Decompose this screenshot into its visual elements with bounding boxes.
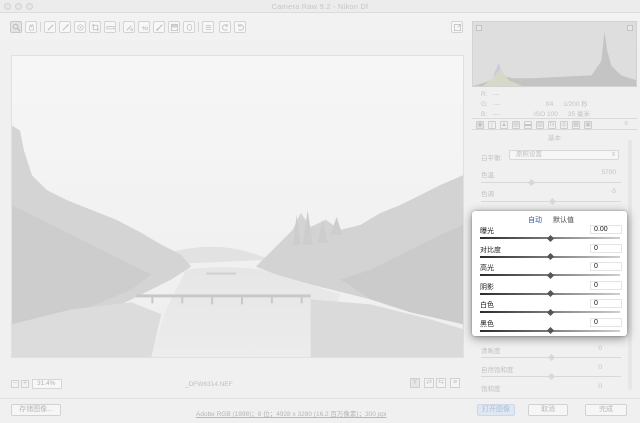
zoom-tool-icon[interactable] <box>10 21 22 33</box>
tone-slider-value[interactable]: 0 <box>590 299 622 308</box>
tone-adjustments-panel: 自动 默认值 曝光 0.00 对比度 0 高光 0 阴影 0 白色 0 黑色 0 <box>472 211 627 336</box>
landscape-photo <box>12 56 463 357</box>
vibrance-slider-thumb[interactable] <box>547 372 556 381</box>
camera-calibration-tab-icon[interactable]: ◎ <box>560 121 568 129</box>
presets-tab-icon[interactable]: ▦ <box>572 121 580 129</box>
clarity-label: 清晰度 <box>481 348 501 355</box>
histogram <box>472 21 637 87</box>
tone-slider-label: 高光 <box>480 265 494 272</box>
tone-slider-value[interactable]: 0 <box>590 243 622 253</box>
clarity-slider-thumb[interactable] <box>547 353 556 362</box>
status-bar: 存储图像... Adobe RGB (1998)；8 位；4928 x 3280… <box>0 398 640 423</box>
panel-tabs: ◉ ∫ ▲ ▤ ▬ ▥ fx ◎ ▦ ▣ ≡ <box>472 118 637 130</box>
highlight-clipping-icon[interactable] <box>627 25 633 31</box>
panel-section-title: 基本 <box>548 135 561 142</box>
title-bar: Camera Raw 9.2 - Nikon Df <box>0 0 640 13</box>
auto-button[interactable]: 自动 <box>528 215 542 225</box>
temperature-label: 色温 <box>481 172 494 179</box>
color-sampler-tool-icon[interactable] <box>59 21 71 33</box>
filename-label: _DFW6314.NEF <box>185 381 233 388</box>
image-preview[interactable] <box>11 55 464 358</box>
targeted-adjustment-tool-icon[interactable] <box>74 21 86 33</box>
effects-tab-icon[interactable]: fx <box>548 121 556 129</box>
white-balance-label: 白平衡: <box>481 155 503 162</box>
panel-menu-icon[interactable]: ≡ <box>622 121 630 129</box>
tone-slider-thumb[interactable] <box>546 289 554 298</box>
tone-slider-thumb[interactable] <box>546 308 554 316</box>
tone-slider-thumb[interactable] <box>546 234 554 242</box>
saturation-value[interactable]: 0 <box>572 383 602 390</box>
split-toning-tab-icon[interactable]: ▬ <box>524 121 532 129</box>
straighten-tool-icon[interactable] <box>104 21 116 33</box>
lens-corrections-tab-icon[interactable]: ▥ <box>536 121 544 129</box>
detail-tab-icon[interactable]: ▲ <box>500 121 508 129</box>
tone-curve-tab-icon[interactable]: ∫ <box>488 121 496 129</box>
temperature-slider[interactable] <box>481 182 621 183</box>
tone-slider-thumb[interactable] <box>546 252 554 261</box>
preferences-icon[interactable] <box>202 21 214 33</box>
default-button[interactable]: 默认值 <box>553 215 574 225</box>
rotate-left-icon[interactable] <box>219 21 231 33</box>
done-button[interactable]: 完成 <box>585 404 627 416</box>
cancel-button[interactable]: 取消 <box>528 404 568 416</box>
tone-slider-label: 曝光 <box>480 228 494 235</box>
zoom-level-field[interactable]: 31.4% <box>32 379 62 389</box>
tint-value[interactable]: -5 <box>586 188 616 195</box>
zoom-in-button[interactable]: + <box>21 380 29 388</box>
rgb-readout: R: --- G: --- B: --- <box>481 91 500 118</box>
spot-removal-tool-icon[interactable] <box>123 21 135 33</box>
tone-slider-thumb[interactable] <box>546 271 554 279</box>
tint-label: 色调 <box>481 191 494 198</box>
svg-text:+: + <box>140 25 145 32</box>
tone-slider-label: 阴影 <box>480 283 494 291</box>
fullscreen-toggle-icon[interactable] <box>451 21 463 33</box>
open-image-button[interactable]: 打开图像 <box>477 404 515 416</box>
clarity-value[interactable]: 0 <box>572 345 602 352</box>
graduated-filter-icon[interactable] <box>168 21 180 33</box>
crop-tool-icon[interactable] <box>89 21 101 33</box>
tone-slider-label: 对比度 <box>480 246 501 254</box>
zoom-out-button[interactable]: − <box>11 380 19 388</box>
window-title: Camera Raw 9.2 - Nikon Df <box>271 2 369 11</box>
saturation-label: 饱和度 <box>481 386 501 393</box>
workflow-options-link[interactable]: Adobe RGB (1998)；8 位；4928 x 3280 (16.2 百… <box>196 408 386 418</box>
tone-slider-value[interactable]: 0 <box>590 317 622 327</box>
tone-slider-thumb[interactable] <box>546 326 554 335</box>
adjustment-brush-icon[interactable] <box>153 21 165 33</box>
snapshots-tab-icon[interactable]: ▣ <box>584 121 592 129</box>
hsl-tab-icon[interactable]: ▤ <box>512 121 520 129</box>
panel-scrollbar[interactable] <box>628 140 632 390</box>
basic-panel-tab-icon[interactable]: ◉ <box>476 121 484 129</box>
before-after-view-icon[interactable]: Y <box>410 378 420 388</box>
vibrance-label: 自然饱和度 <box>481 367 514 374</box>
copy-settings-icon[interactable]: ≡ <box>450 378 460 388</box>
tone-slider-label: 白色 <box>480 302 494 309</box>
rotate-right-icon[interactable] <box>234 21 246 33</box>
white-balance-tool-icon[interactable] <box>44 21 56 33</box>
red-eye-tool-icon[interactable]: + <box>138 21 150 33</box>
hand-tool-icon[interactable] <box>25 21 37 33</box>
white-balance-select[interactable]: 原照设置 ⇕ <box>509 150 619 160</box>
tone-slider-value[interactable]: 0.00 <box>590 225 622 234</box>
camera-info: f/4 1/200 秒 ISO 100 35 毫米 <box>534 101 590 118</box>
before-after-toggle-icon[interactable]: ⇄ <box>424 378 434 388</box>
temperature-slider-thumb[interactable] <box>527 178 536 187</box>
tone-slider-value[interactable]: 0 <box>590 262 622 271</box>
tint-slider-thumb[interactable] <box>548 197 557 206</box>
shadow-clipping-icon[interactable] <box>476 25 482 31</box>
temperature-value[interactable]: 5700 <box>586 169 616 176</box>
radial-filter-icon[interactable] <box>183 21 195 33</box>
swap-settings-icon[interactable]: ⇆ <box>436 378 446 388</box>
tone-slider-value[interactable]: 0 <box>590 280 622 290</box>
chevron-updown-icon: ⇕ <box>610 152 616 158</box>
save-image-button[interactable]: 存储图像... <box>11 404 61 416</box>
vibrance-value[interactable]: 0 <box>572 364 602 371</box>
tone-slider-label: 黑色 <box>480 320 494 328</box>
